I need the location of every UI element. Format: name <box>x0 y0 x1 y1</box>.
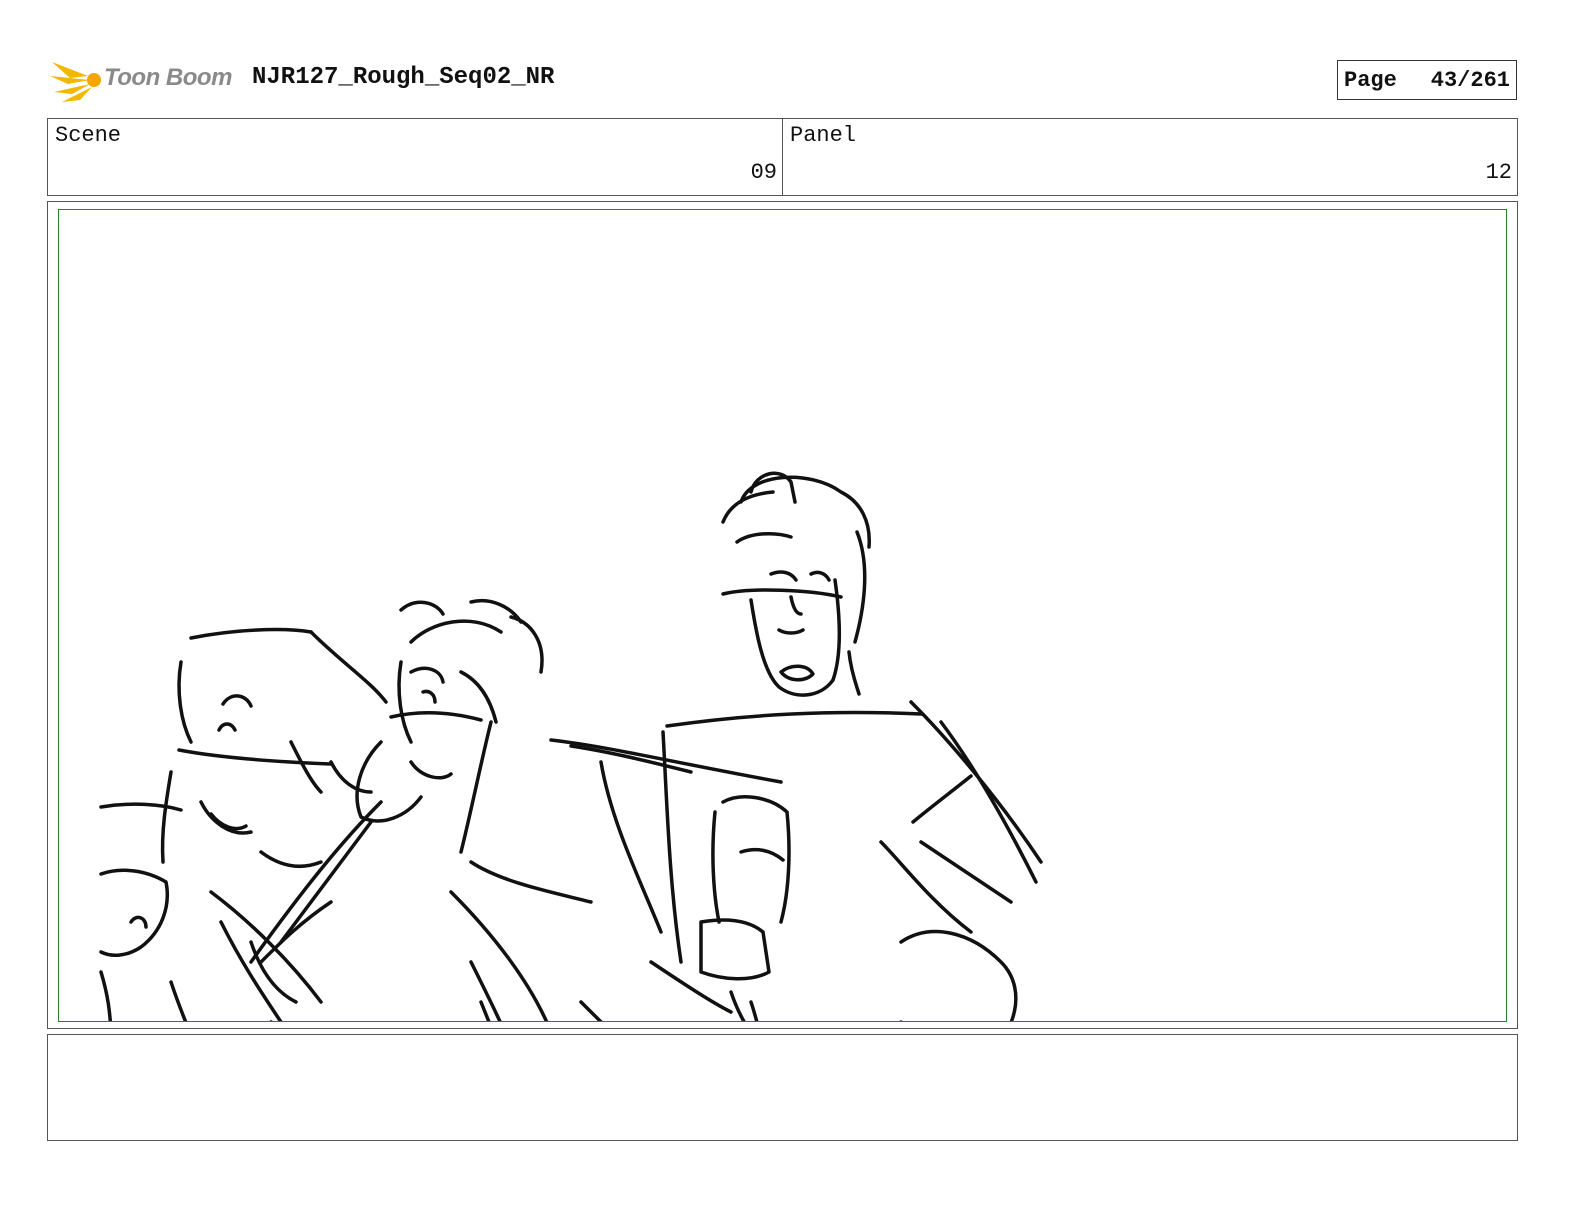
panel-value: 12 <box>1485 160 1512 185</box>
storyboard-sketch <box>99 471 1043 1021</box>
panel-cell: Panel 12 <box>782 119 1517 195</box>
document-title: NJR127_Rough_Seq02_NR <box>252 64 555 91</box>
logo-wordmark: Toon Boom <box>104 64 232 91</box>
page-indicator: Page 43/261 <box>1337 60 1517 100</box>
scene-panel-row: Scene 09 Panel 12 <box>47 118 1518 196</box>
notes-box <box>47 1034 1518 1141</box>
page-number: 43/261 <box>1430 67 1510 93</box>
scene-label: Scene <box>55 123 122 148</box>
scene-cell: Scene 09 <box>48 119 782 195</box>
scene-value: 09 <box>750 160 777 185</box>
page-label: Page <box>1344 67 1397 93</box>
panel-label: Panel <box>790 123 857 148</box>
safe-area-frame <box>58 209 1507 1022</box>
